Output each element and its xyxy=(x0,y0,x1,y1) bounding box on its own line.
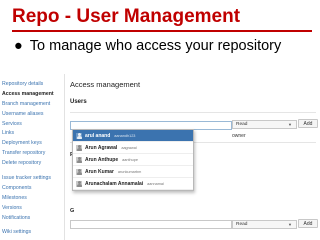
slide-title: Repo - User Management xyxy=(12,6,241,27)
chevron-down-icon: ▼ xyxy=(288,222,292,227)
sidebar-item-branch-management[interactable]: Branch management xyxy=(2,100,62,110)
sidebar-item-deployment-keys[interactable]: Deployment keys xyxy=(2,139,62,149)
sidebar-item-links[interactable]: Links xyxy=(2,129,62,139)
section-divider xyxy=(70,112,316,113)
suggestion-username: aanthupe xyxy=(122,157,138,162)
group-search-input[interactable] xyxy=(70,220,232,229)
group-permission-value: Read xyxy=(236,222,248,227)
sidebar-item-issue-tracker-settings[interactable]: Issue tracker settings xyxy=(2,174,62,184)
groups-section-initial: G xyxy=(70,208,75,214)
page-title: Access management xyxy=(70,80,141,89)
bullet-line: ● To manage who access your repository xyxy=(14,36,281,56)
sidebar-item-milestones[interactable]: Milestones xyxy=(2,194,62,204)
title-underline xyxy=(12,30,312,32)
avatar-icon xyxy=(76,168,82,175)
bitbucket-screenshot: Repository details Access management Bra… xyxy=(0,66,320,240)
sidebar-item-delete-repository[interactable]: Delete repository xyxy=(2,159,62,169)
suggestion-name: Arun Anthupe xyxy=(85,156,119,163)
add-group-button[interactable]: Add xyxy=(298,219,318,228)
owner-permission-label: owner xyxy=(232,133,246,139)
suggestion-username: aagrawal xyxy=(121,145,137,150)
avatar-icon xyxy=(76,180,82,187)
suggestion-name: Arun Kumar xyxy=(85,168,114,175)
suggestion-username: aannamal xyxy=(147,181,164,186)
group-permission-select[interactable]: Read ▼ xyxy=(232,220,297,229)
suggestion-item[interactable]: arul anand aanandh123 xyxy=(73,130,193,142)
sidebar-item-components[interactable]: Components xyxy=(2,184,62,194)
sidebar-item-notifications[interactable]: Notifications xyxy=(2,214,62,224)
bullet-text: To manage who access your repository xyxy=(29,38,282,54)
settings-sidebar: Repository details Access management Bra… xyxy=(2,80,62,238)
avatar-icon xyxy=(76,132,82,139)
chevron-down-icon: ▼ xyxy=(288,122,292,127)
sidebar-item-username-aliases[interactable]: Username aliases xyxy=(2,110,62,120)
users-section-label: Users xyxy=(70,99,87,105)
suggestion-item[interactable]: Arunachalam Annamalai aannamal xyxy=(73,178,193,190)
suggestion-name: Arun Agrawal xyxy=(85,144,118,151)
sidebar-item-services[interactable]: Services xyxy=(2,120,62,130)
suggestion-item[interactable]: Arun Agrawal aagrawal xyxy=(73,142,193,154)
suggestion-username: arunkumarbm xyxy=(117,169,142,174)
sidebar-item-versions[interactable]: Versions xyxy=(2,204,62,214)
suggestion-item[interactable]: Arun Anthupe aanthupe xyxy=(73,154,193,166)
suggestion-name: arul anand xyxy=(85,132,111,139)
sidebar-item-wiki-settings[interactable]: Wiki settings xyxy=(2,228,62,238)
avatar-icon xyxy=(76,156,82,163)
add-user-button[interactable]: Add xyxy=(298,119,318,128)
sidebar-item-transfer-repository[interactable]: Transfer repository xyxy=(2,149,62,159)
avatar-icon xyxy=(76,144,82,151)
user-suggestion-dropdown: arul anand aanandh123 Arun Agrawal aagra… xyxy=(72,129,194,191)
bullet-dot: ● xyxy=(14,38,23,54)
user-permission-select[interactable]: Read ▼ xyxy=(232,120,297,129)
sidebar-item-access-management[interactable]: Access management xyxy=(2,90,62,100)
suggestion-name: Arunachalam Annamalai xyxy=(85,180,144,187)
suggestion-item[interactable]: Arun Kumar arunkumarbm xyxy=(73,166,193,178)
sidebar-item-repository-details[interactable]: Repository details xyxy=(2,80,62,90)
suggestion-username: aanandh123 xyxy=(114,133,136,138)
sidebar-divider xyxy=(64,74,65,240)
user-permission-value: Read xyxy=(236,122,248,127)
